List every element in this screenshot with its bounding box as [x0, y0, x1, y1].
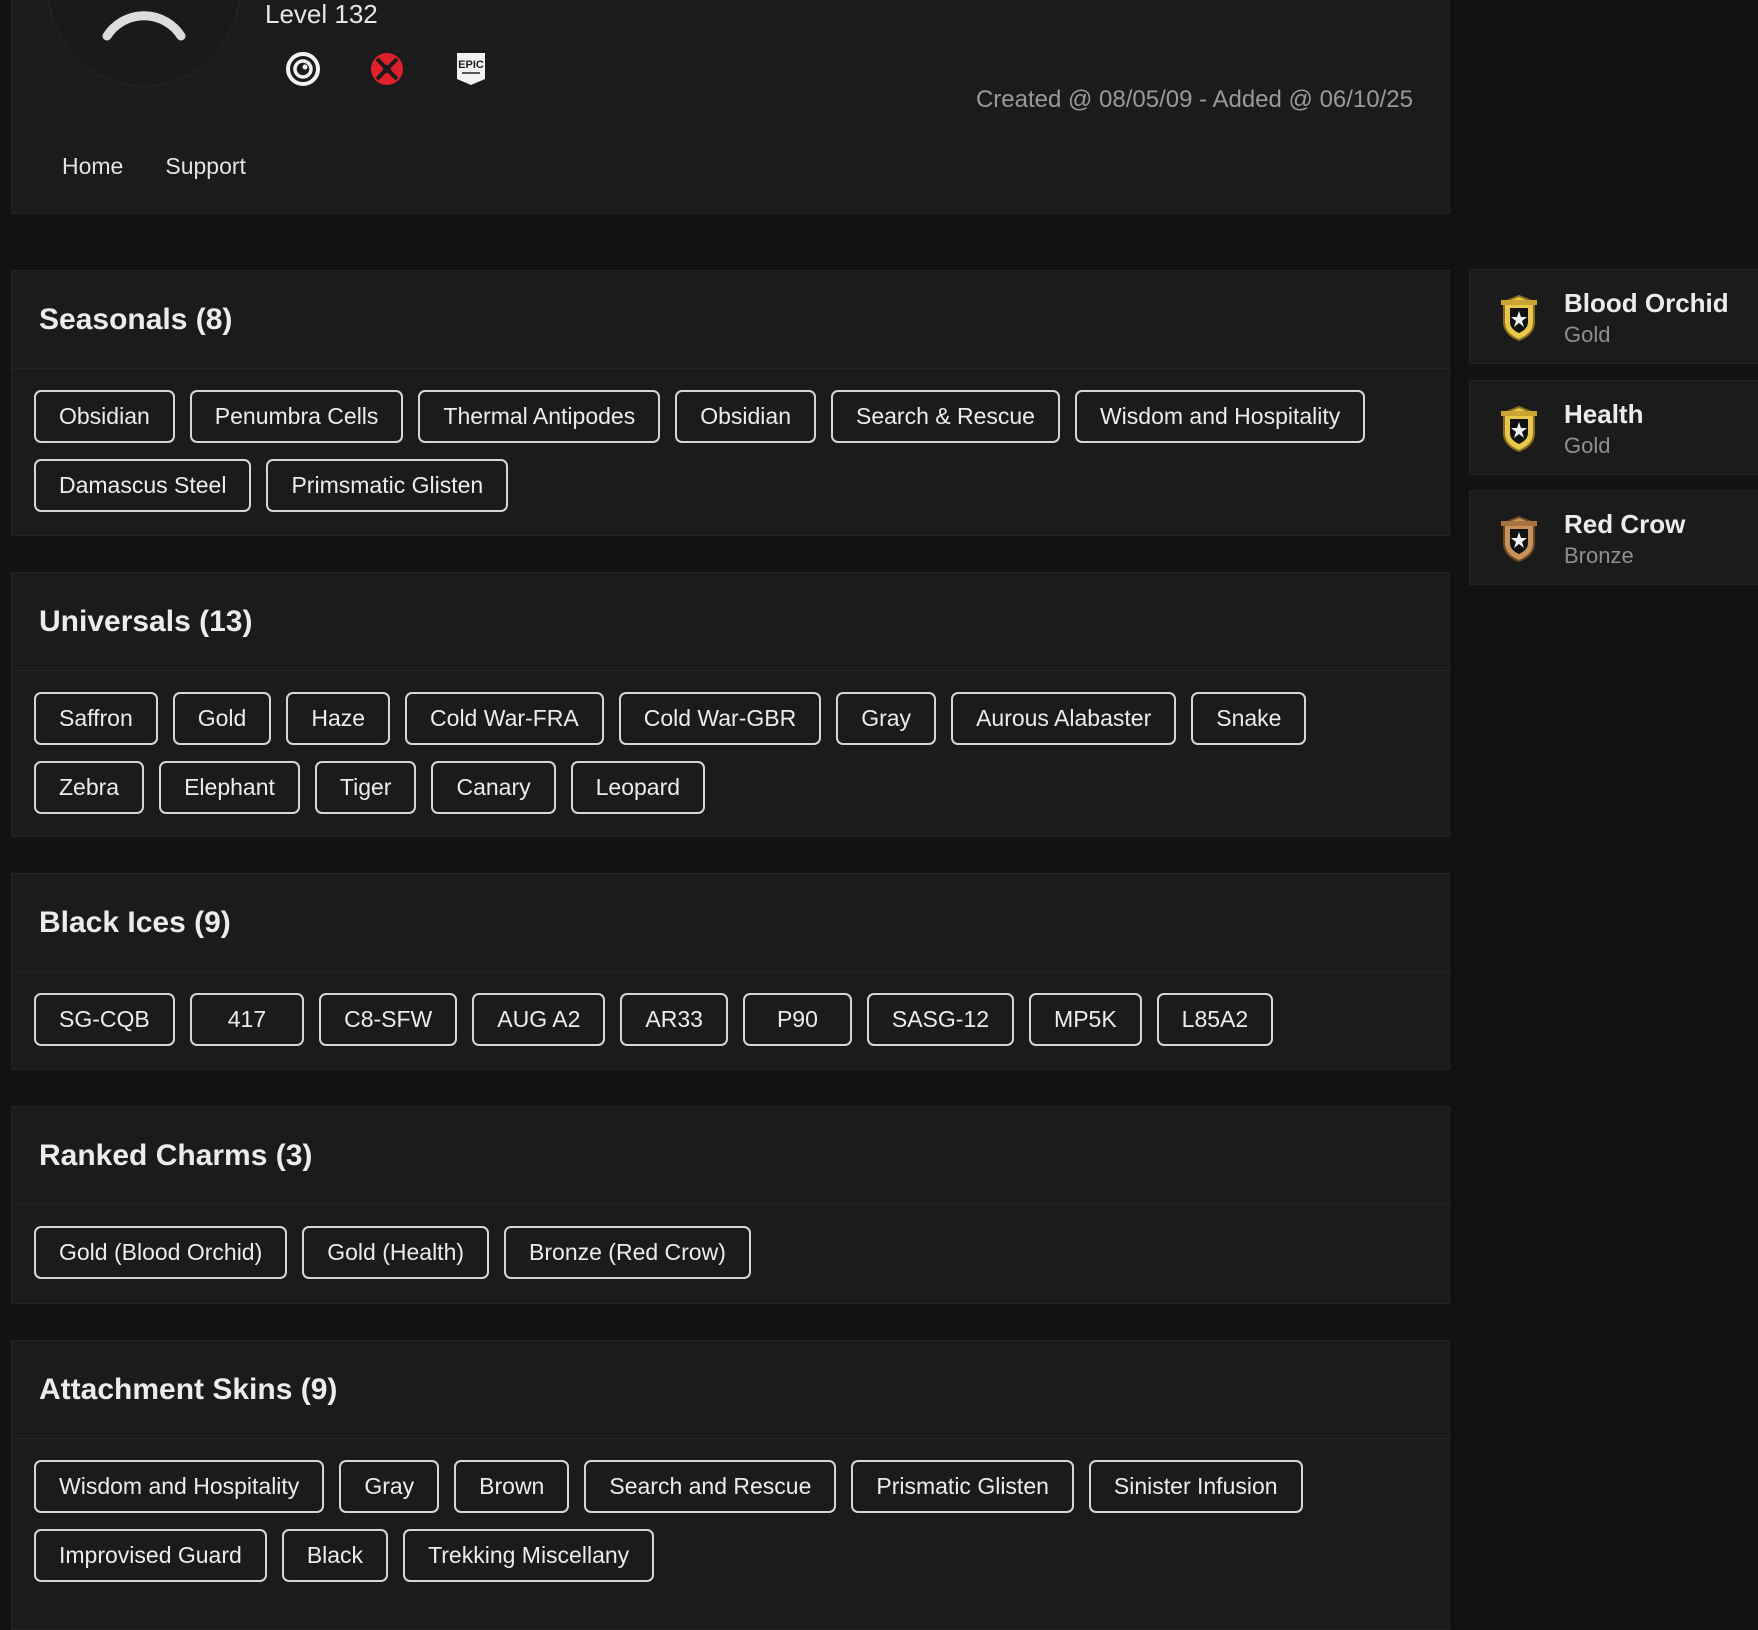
chip-list: Gold (Blood Orchid) Gold (Health) Bronze… [12, 1205, 1449, 1279]
skin-chip[interactable]: Gray [836, 692, 937, 745]
weapon-chip[interactable]: P90 [742, 993, 852, 1046]
section-title: Seasonals (8) [39, 302, 233, 336]
black-ices-header: Black Ices (9) [12, 874, 1449, 972]
skin-chip[interactable]: Obsidian [34, 390, 175, 443]
epic-games-icon[interactable]: EPIC [453, 51, 489, 87]
skin-chip[interactable]: Aurous Alabaster [951, 692, 1177, 745]
section-title: Attachment Skins (9) [39, 1372, 338, 1406]
skin-chip[interactable]: Penumbra Cells [189, 390, 404, 443]
skin-chip[interactable]: Tiger [314, 761, 417, 814]
rank-card-blood-orchid[interactable]: Blood Orchid Gold [1469, 269, 1758, 364]
skin-chip[interactable]: Cold War-FRA [405, 692, 604, 745]
rank-name: Blood Orchid [1564, 288, 1729, 318]
skin-chip[interactable]: Saffron [34, 692, 158, 745]
skin-chip[interactable]: Elephant [159, 761, 300, 814]
attachment-chip[interactable]: Improvised Guard [34, 1529, 267, 1582]
bronze-rank-badge-icon [1501, 515, 1537, 563]
attachment-chip[interactable]: Sinister Infusion [1088, 1460, 1303, 1513]
skin-chip[interactable]: Obsidian [675, 390, 816, 443]
skin-chip[interactable]: Cold War-GBR [618, 692, 822, 745]
skin-chip[interactable]: Search & Rescue [830, 390, 1060, 443]
ranked-charms-section: Ranked Charms (3) Gold (Blood Orchid) Go… [11, 1106, 1450, 1304]
weapon-chip[interactable]: MP5K [1029, 993, 1142, 1046]
chip-list: Saffron Gold Haze Cold War-FRA Cold War-… [12, 671, 1449, 814]
xbox-icon[interactable] [369, 51, 405, 87]
seasonals-section: Seasonals (8) Obsidian Penumbra Cells Th… [11, 270, 1450, 536]
chip-list: Obsidian Penumbra Cells Thermal Antipode… [12, 369, 1449, 512]
skin-chip[interactable]: Primsmatic Glisten [266, 459, 509, 512]
charm-chip[interactable]: Gold (Health) [302, 1226, 490, 1279]
weapon-chip[interactable]: AR33 [620, 993, 728, 1046]
seasonals-header: Seasonals (8) [12, 271, 1449, 369]
weapon-chip[interactable]: C8-SFW [319, 993, 458, 1046]
attachment-chip[interactable]: Gray [339, 1460, 440, 1513]
rank-tier: Bronze [1564, 543, 1634, 568]
epic-games-label: EPIC [458, 59, 484, 71]
charm-chip[interactable]: Gold (Blood Orchid) [34, 1226, 288, 1279]
skin-chip[interactable]: Thermal Antipodes [418, 390, 661, 443]
player-level: Level 132 [265, 0, 378, 29]
weapon-chip[interactable]: SG-CQB [34, 993, 175, 1046]
attachment-chip[interactable]: Brown [454, 1460, 570, 1513]
attachment-chip[interactable]: Trekking Miscellany [403, 1529, 655, 1582]
chip-list: SG-CQB 417 C8-SFW AUG A2 AR33 P90 SASG-1… [12, 972, 1449, 1046]
skin-chip[interactable]: Damascus Steel [34, 459, 252, 512]
ubisoft-icon[interactable] [285, 51, 321, 87]
ranked-charms-header: Ranked Charms (3) [12, 1107, 1449, 1205]
profile-nav: Home Support [62, 153, 246, 180]
attachment-chip[interactable]: Search and Rescue [584, 1460, 837, 1513]
gold-rank-badge-icon [1501, 294, 1537, 342]
attachment-chip[interactable]: Prismatic Glisten [851, 1460, 1074, 1513]
skin-chip[interactable]: Haze [286, 692, 391, 745]
section-title: Universals (13) [39, 604, 253, 638]
rank-name: Red Crow [1564, 509, 1686, 539]
charm-chip[interactable]: Bronze (Red Crow) [504, 1226, 751, 1279]
universals-section: Universals (13) Saffron Gold Haze Cold W… [11, 572, 1450, 837]
skin-chip[interactable]: Canary [431, 761, 556, 814]
weapon-chip[interactable]: L85A2 [1156, 993, 1274, 1046]
universals-header: Universals (13) [12, 573, 1449, 671]
gold-rank-badge-icon [1501, 405, 1537, 453]
nav-home-link[interactable]: Home [62, 153, 123, 180]
skin-chip[interactable]: Zebra [34, 761, 145, 814]
rank-tier: Gold [1564, 322, 1611, 347]
skin-chip[interactable]: Snake [1191, 692, 1307, 745]
attachment-chip[interactable]: Black [281, 1529, 389, 1582]
rank-tier: Gold [1564, 433, 1611, 458]
rank-name: Health [1564, 399, 1644, 429]
chip-list: Wisdom and Hospitality Gray Brown Search… [12, 1439, 1449, 1582]
attachment-chip[interactable]: Wisdom and Hospitality [34, 1460, 325, 1513]
weapon-chip[interactable]: SASG-12 [866, 993, 1015, 1046]
skin-chip[interactable]: Gold [172, 692, 272, 745]
section-title: Black Ices (9) [39, 905, 231, 939]
section-title: Ranked Charms (3) [39, 1138, 313, 1172]
attachment-skins-header: Attachment Skins (9) [12, 1341, 1449, 1439]
skin-chip[interactable]: Wisdom and Hospitality [1074, 390, 1366, 443]
rank-card-health[interactable]: Health Gold [1469, 380, 1758, 475]
skin-chip[interactable]: Leopard [570, 761, 706, 814]
weapon-chip[interactable]: AUG A2 [472, 993, 606, 1046]
attachment-skins-section: Attachment Skins (9) Wisdom and Hospital… [11, 1340, 1450, 1630]
rank-card-red-crow[interactable]: Red Crow Bronze [1469, 490, 1758, 585]
nav-support-link[interactable]: Support [165, 153, 246, 180]
created-added-dates: Created @ 08/05/09 - Added @ 06/10/25 [975, 86, 1413, 113]
profile-header: Level 132 EPIC Created @ 08/05/09 - Adde… [11, 0, 1450, 214]
weapon-chip[interactable]: 417 [189, 993, 305, 1046]
linked-platforms: EPIC [285, 51, 489, 87]
avatar [48, 0, 240, 87]
black-ices-section: Black Ices (9) SG-CQB 417 C8-SFW AUG A2 … [11, 873, 1450, 1070]
loading-spinner-icon [102, 11, 186, 41]
